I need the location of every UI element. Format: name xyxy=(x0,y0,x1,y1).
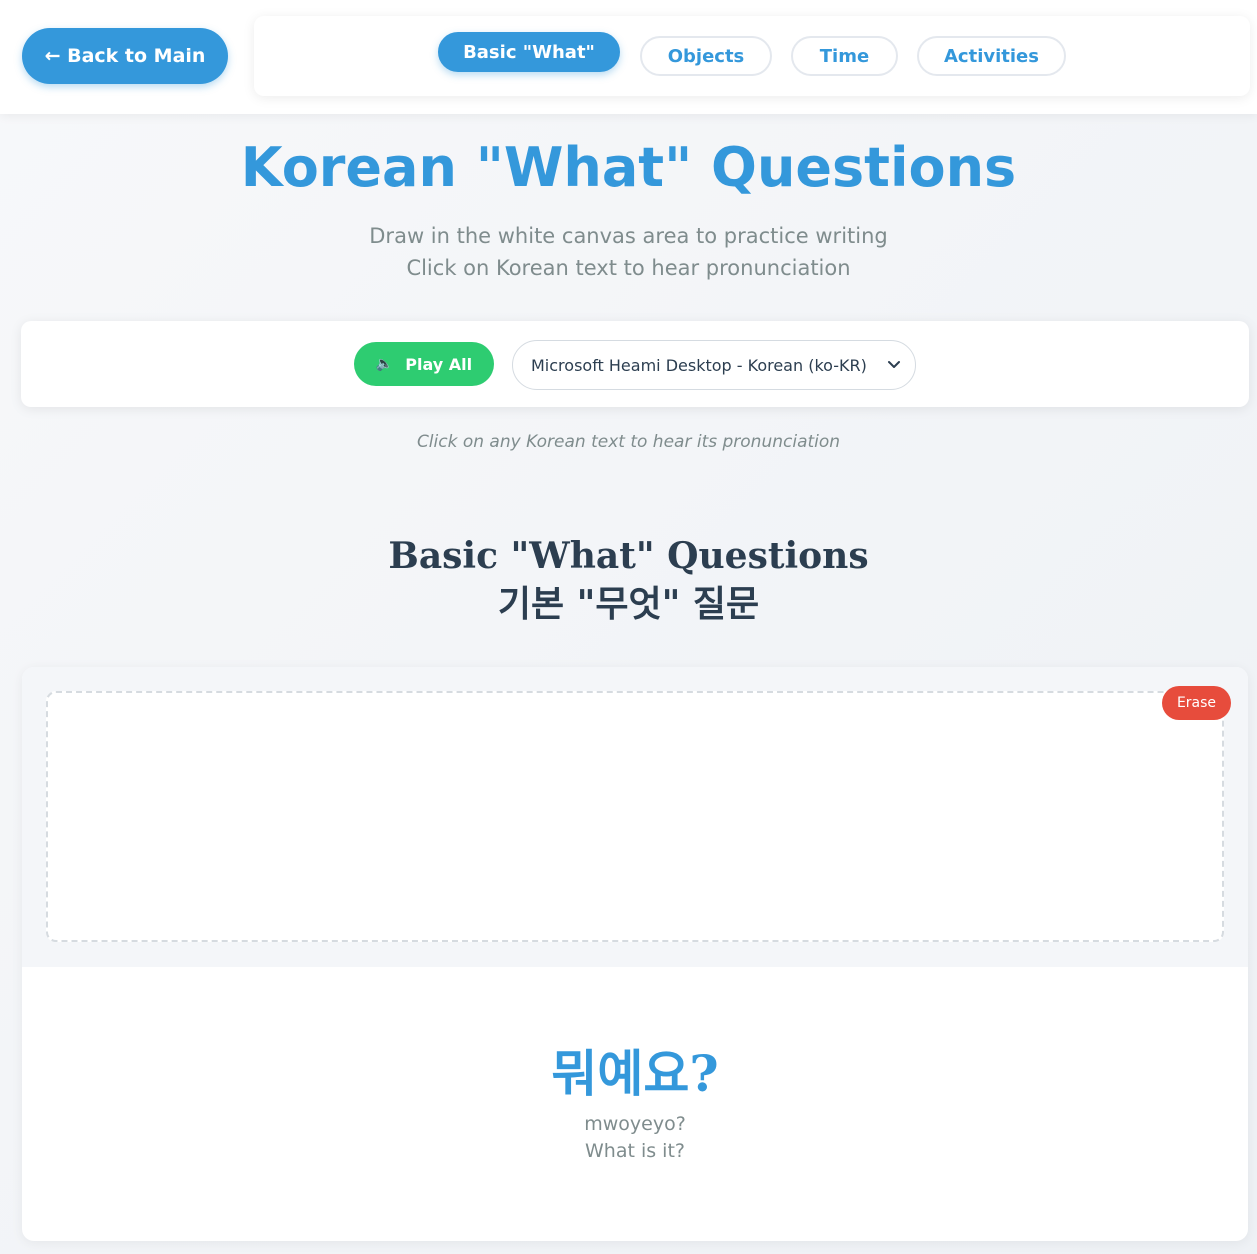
tab-objects[interactable]: Objects xyxy=(640,36,772,76)
drawing-canvas-container: Erase xyxy=(22,667,1248,967)
page-title: Korean "What" Questions xyxy=(240,136,1017,199)
chevron-down-icon xyxy=(888,361,900,368)
section-title-korean: 기본 "무엇" 질문 xyxy=(497,583,760,625)
speaker-icon: 🔈 xyxy=(375,356,394,372)
top-navigation-bar: ← Back to Main Basic "What" Objects Time… xyxy=(0,0,1257,114)
voice-select[interactable]: Microsoft Heami Desktop - Korean (ko-KR) xyxy=(512,340,916,390)
voice-selected-value: Microsoft Heami Desktop - Korean (ko-KR) xyxy=(531,355,867,375)
play-all-label: Play All xyxy=(405,354,473,374)
english-translation: What is it? xyxy=(585,1140,685,1162)
romanization: mwoyeyo? xyxy=(584,1113,686,1135)
tab-activities[interactable]: Activities xyxy=(917,36,1066,76)
pronunciation-hint: Click on any Korean text to hear its pro… xyxy=(416,432,841,452)
drawing-canvas[interactable] xyxy=(46,691,1224,942)
audio-controls-panel: 🔈 Play All Microsoft Heami Desktop - Kor… xyxy=(21,321,1249,407)
subtitle-pronunciation-instruction: Click on Korean text to hear pronunciati… xyxy=(406,256,851,280)
category-tabs: Basic "What" Objects Time Activities xyxy=(254,16,1250,96)
play-all-button[interactable]: 🔈 Play All xyxy=(354,342,494,386)
erase-button[interactable]: Erase xyxy=(1162,686,1231,720)
phrase-card: Erase 뭐예요? mwoyeyo? What is it? xyxy=(22,667,1248,1241)
tab-time[interactable]: Time xyxy=(791,36,898,76)
section-title-english: Basic "What" Questions xyxy=(388,535,869,577)
tab-basic-what[interactable]: Basic "What" xyxy=(438,32,620,72)
back-to-main-button[interactable]: ← Back to Main xyxy=(22,28,228,84)
korean-phrase[interactable]: 뭐예요? xyxy=(22,1042,1248,1106)
subtitle-drawing-instruction: Draw in the white canvas area to practic… xyxy=(369,224,888,248)
section-heading: Basic "What" Questions 기본 "무엇" 질문 xyxy=(0,532,1257,628)
